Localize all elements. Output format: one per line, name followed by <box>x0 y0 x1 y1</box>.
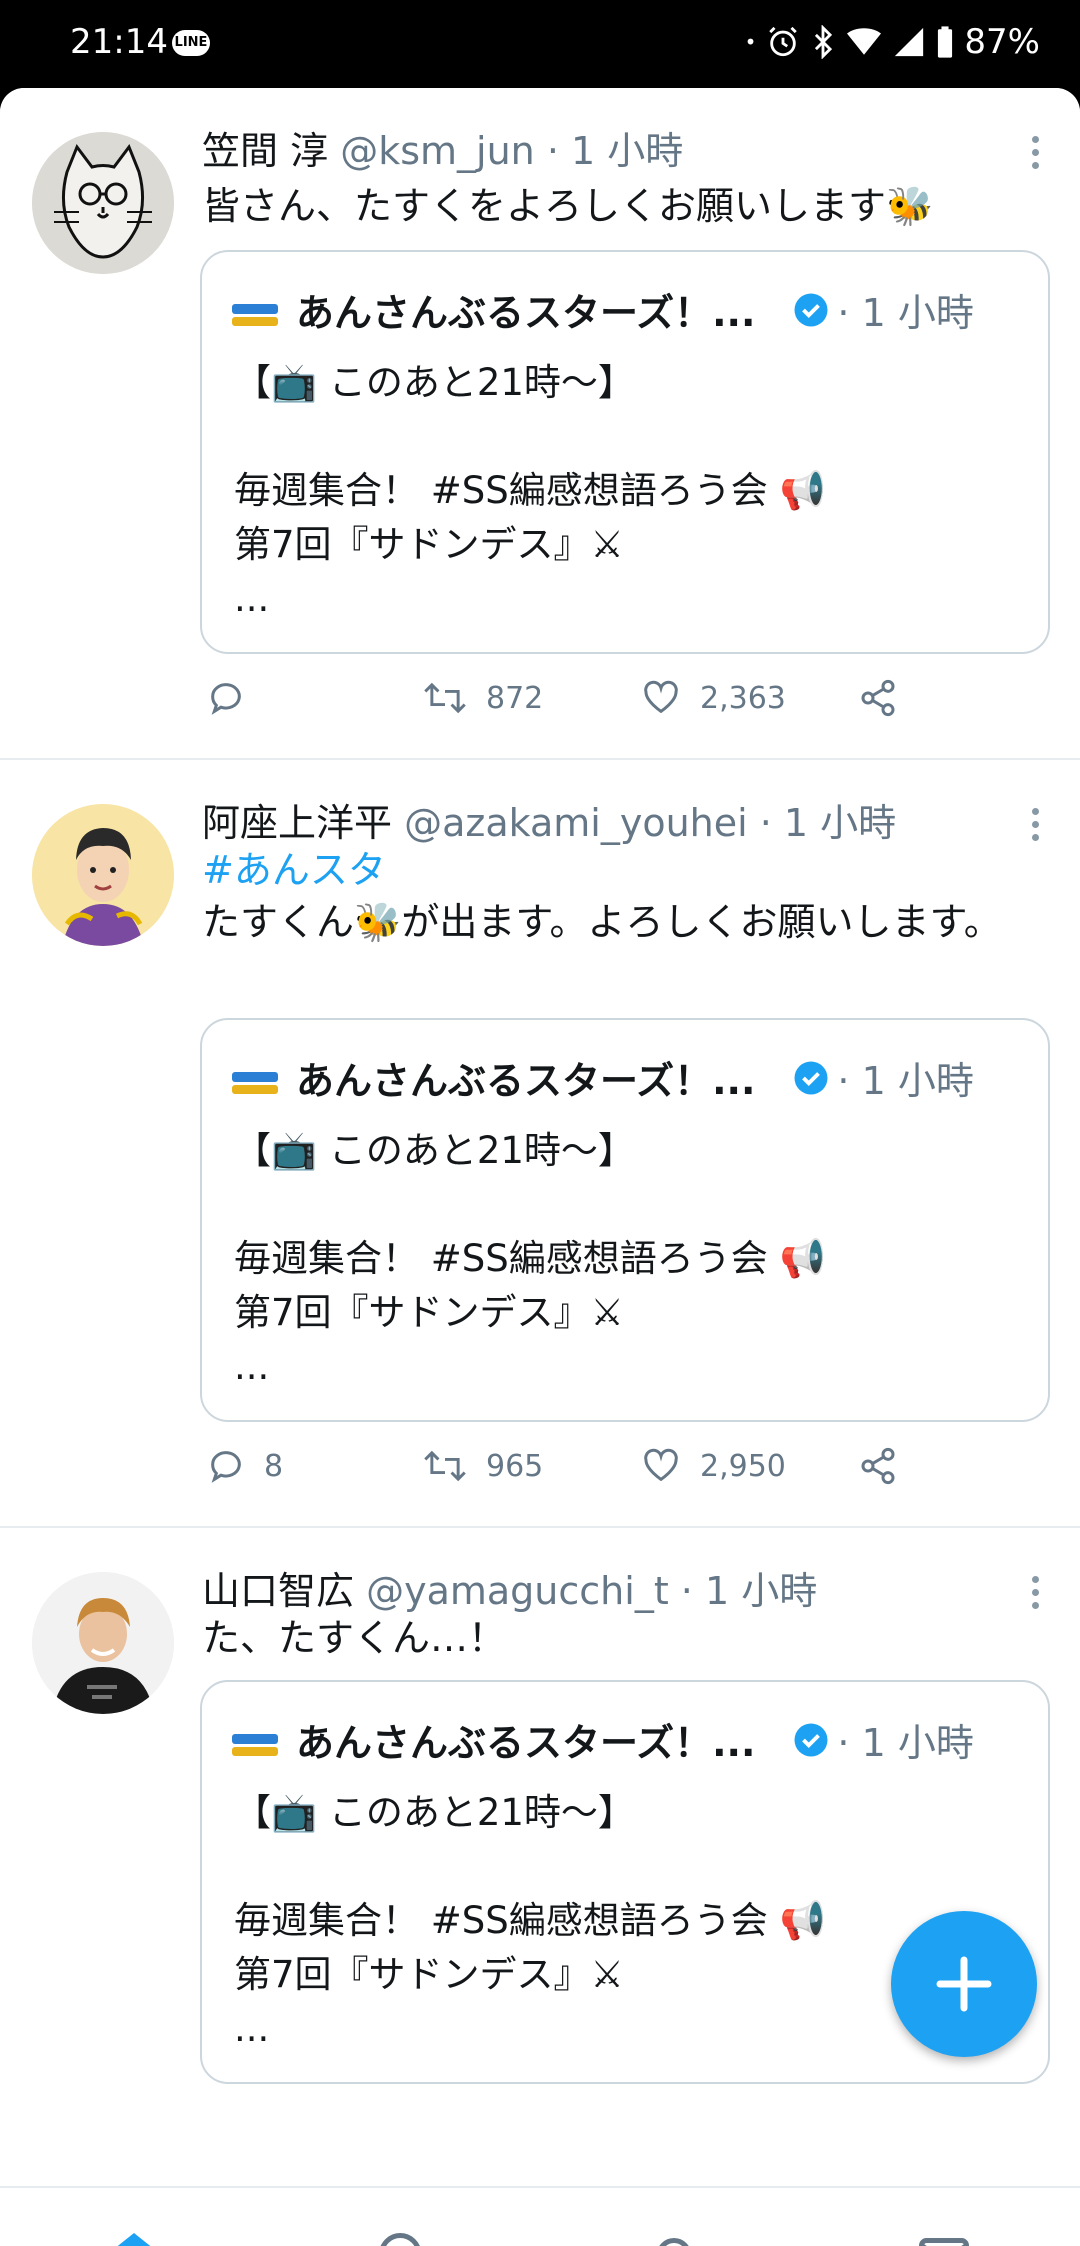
quoted-account-name: あんさんぶるスターズ！... <box>296 1059 756 1103</box>
quoted-tweet-header: あんさんぶるスターズ！... · 1 小時 <box>232 282 974 337</box>
battery-icon <box>938 26 953 58</box>
more-options-icon[interactable] <box>1032 808 1040 847</box>
reply-count: 8 <box>264 1448 284 1484</box>
quoted-tweet-text: 【📺 このあと21時〜】 毎週集合！ #SS編感想語ろう会 📢 第7回『サドンデ… <box>234 361 826 620</box>
quoted-tweet-text: 【📺 このあと21時〜】 毎週集合！ #SS編感想語ろう会 📢 第7回『サドンデ… <box>234 1129 826 1388</box>
ensemble-stars-logo-icon <box>232 1725 278 1756</box>
plus-icon <box>891 1911 1037 2057</box>
hashtag-link[interactable]: #あんスタ <box>202 844 1022 896</box>
ensemble-stars-logo-icon <box>232 1063 278 1094</box>
quoted-account-name: あんさんぶるスターズ！... <box>296 291 756 335</box>
reply-button[interactable] <box>206 678 264 718</box>
verified-badge-icon <box>794 1723 828 1756</box>
retweet-button[interactable]: 965 <box>422 1446 543 1486</box>
cat-drawing-avatar <box>32 132 174 274</box>
ensemble-stars-logo-icon <box>232 295 278 326</box>
retweet-icon <box>424 1450 466 1482</box>
display-name[interactable]: 笠間 淳 <box>202 129 328 173</box>
tweet-text: 皆さん、たすくをよろしくお願いします🐝 <box>202 184 934 228</box>
avatar[interactable] <box>32 804 174 946</box>
retweet-count: 872 <box>486 680 544 716</box>
alarm-icon <box>769 26 798 57</box>
photo-man-avatar <box>32 1572 174 1714</box>
handle-and-time: @ksm_jun · 1 小時 <box>340 129 684 173</box>
share-icon <box>861 1447 895 1485</box>
quoted-tweet-text: 【📺 このあと21時〜】 毎週集合！ #SS編感想語ろう会 📢 第7回『サドンデ… <box>234 1791 826 2050</box>
verified-badge-icon <box>794 1061 828 1094</box>
compose-tweet-button[interactable] <box>891 1911 1037 2057</box>
wifi-icon <box>847 28 882 55</box>
bluetooth-icon <box>815 25 833 59</box>
tweet-header: 山口智広 @yamagucchi_t · 1 小時 <box>202 1560 817 1615</box>
bottom-navigation <box>0 2186 1080 2246</box>
avatar[interactable] <box>32 132 174 274</box>
tweet-text: たすくん🐝が出ます。よろしくお願いします。 <box>202 900 1002 944</box>
illustrated-man-avatar <box>32 804 174 946</box>
quoted-time: · 1 小時 <box>837 1059 974 1103</box>
share-button[interactable] <box>858 678 898 718</box>
quoted-time: · 1 小時 <box>837 1721 974 1765</box>
status-time: 21:14 <box>70 22 168 62</box>
verified-badge-icon <box>794 293 828 326</box>
tweet-actions: 8 965 2,950 <box>202 1446 962 1506</box>
line-app-icon: LINE <box>172 30 210 56</box>
status-icons: • 87% <box>745 22 1040 62</box>
share-icon <box>861 679 895 717</box>
like-count: 2,950 <box>700 1448 786 1484</box>
more-options-icon[interactable] <box>1032 1576 1040 1615</box>
battery-percent: 87% <box>964 22 1040 62</box>
display-name[interactable]: 山口智広 <box>202 1569 354 1613</box>
like-button[interactable]: 2,363 <box>640 678 786 718</box>
notification-dot-icon: • <box>744 30 757 54</box>
quoted-tweet-header: あんさんぶるスターズ！... · 1 小時 <box>232 1050 974 1105</box>
mail-icon[interactable] <box>914 2228 974 2246</box>
quoted-account-name: あんさんぶるスターズ！... <box>296 1721 756 1765</box>
home-icon[interactable] <box>104 2228 164 2246</box>
avatar[interactable] <box>32 1572 174 1714</box>
quoted-tweet-header: あんさんぶるスターズ！... · 1 小時 <box>232 1712 974 1767</box>
handle-and-time: @yamagucchi_t · 1 小時 <box>366 1569 818 1613</box>
handle-and-time: @azakami_youhei · 1 小時 <box>404 801 897 845</box>
comment-bubble-icon <box>211 1451 241 1483</box>
tweet[interactable]: 山口智広 @yamagucchi_t · 1 小時 た、たすくん…！ あんさんぶ… <box>0 1528 1080 2188</box>
tweet-actions: 872 2,363 <box>202 678 962 738</box>
more-options-icon[interactable] <box>1032 136 1040 175</box>
heart-icon <box>644 680 678 714</box>
bell-icon[interactable] <box>644 2228 704 2246</box>
quoted-tweet-card[interactable]: あんさんぶるスターズ！... · 1 小時 【📺 このあと21時〜】 毎週集合！… <box>200 1018 1050 1422</box>
tweet-text: た、たすくん…！ <box>202 1616 507 1660</box>
heart-icon <box>644 1448 678 1482</box>
like-count: 2,363 <box>700 680 786 716</box>
cellular-signal-icon <box>895 27 924 57</box>
share-button[interactable] <box>858 1446 898 1486</box>
comment-bubble-icon <box>211 683 241 715</box>
retweet-button[interactable]: 872 <box>422 678 543 718</box>
tweet-header: 阿座上洋平 @azakami_youhei · 1 小時 <box>202 792 896 847</box>
quoted-tweet-card[interactable]: あんさんぶるスターズ！... · 1 小時 【📺 このあと21時〜】 毎週集合！… <box>200 250 1050 654</box>
search-icon[interactable] <box>374 2228 434 2246</box>
display-name[interactable]: 阿座上洋平 <box>202 801 392 845</box>
tweet[interactable]: 阿座上洋平 @azakami_youhei · 1 小時 #あんスタ たすくん🐝… <box>0 760 1080 1528</box>
retweet-icon <box>424 682 466 714</box>
reply-button[interactable]: 8 <box>206 1446 283 1486</box>
like-button[interactable]: 2,950 <box>640 1446 786 1486</box>
retweet-count: 965 <box>486 1448 544 1484</box>
tweet-header: 笠間 淳 @ksm_jun · 1 小時 <box>202 120 683 175</box>
quoted-time: · 1 小時 <box>837 291 974 335</box>
tweet[interactable]: 笠間 淳 @ksm_jun · 1 小時 皆さん、たすくをよろしくお願いします🐝… <box>0 88 1080 760</box>
status-bar: 21:14 LINE • 87% <box>0 0 1080 90</box>
